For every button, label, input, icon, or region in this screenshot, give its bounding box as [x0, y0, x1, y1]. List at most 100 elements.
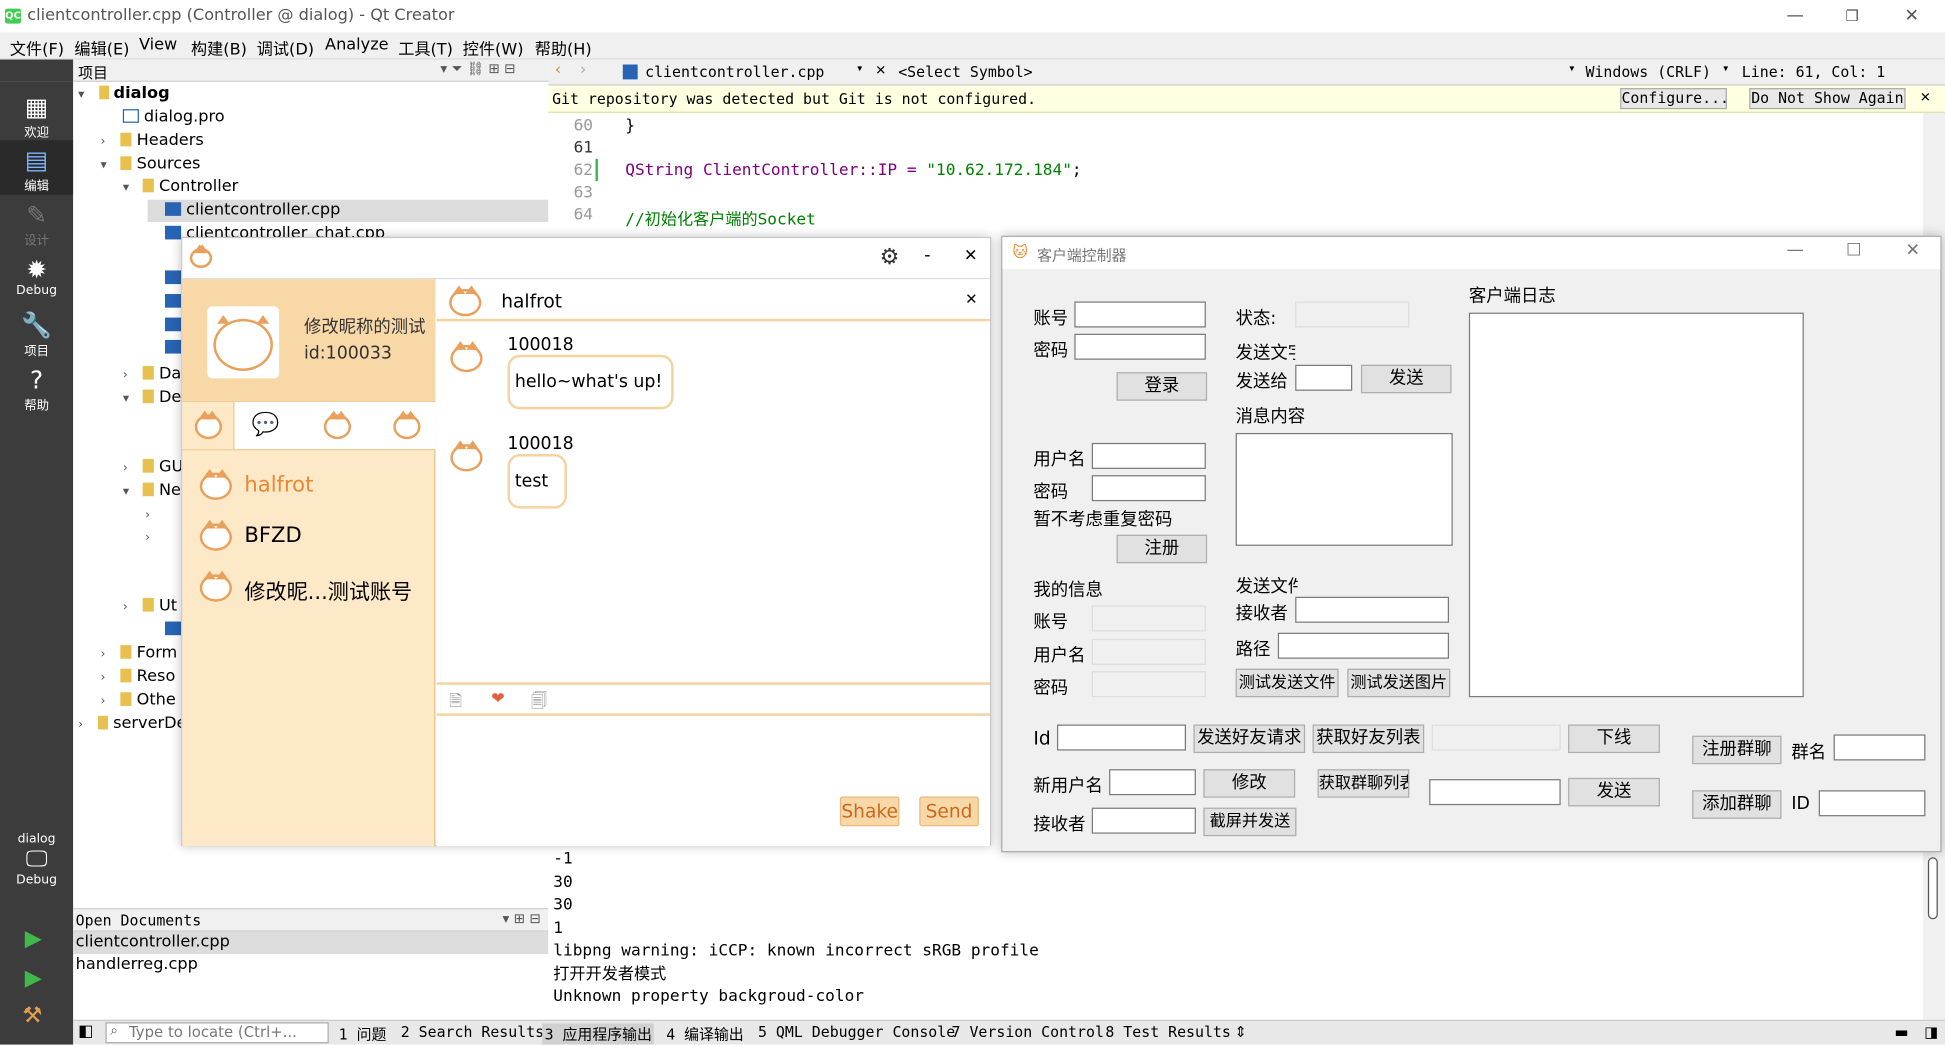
- gear-icon[interactable]: ⚙: [880, 244, 900, 270]
- menu-tools[interactable]: 工具(T): [398, 36, 453, 60]
- contact-item[interactable]: BFZD: [197, 516, 433, 561]
- tab-issues[interactable]: 1 问题: [339, 1023, 387, 1044]
- reg-password-input[interactable]: [1091, 475, 1206, 502]
- tab-test-results[interactable]: 8 Test Results: [1105, 1023, 1230, 1040]
- tree-item-headers[interactable]: › Headers: [100, 130, 203, 152]
- contact-item[interactable]: 修改昵...测试账号: [197, 567, 433, 612]
- close-icon[interactable]: ✕: [1920, 88, 1930, 107]
- menu-help[interactable]: 帮助(H): [535, 36, 592, 60]
- tab-add-friend[interactable]: [393, 410, 421, 443]
- new-username-input[interactable]: [1109, 769, 1196, 796]
- kit-selector[interactable]: dialog 🖵 Debug: [0, 832, 73, 887]
- menu-view[interactable]: View: [139, 36, 177, 55]
- mode-projects[interactable]: 🔧 项目: [0, 305, 73, 360]
- mode-help[interactable]: ? 帮助: [0, 360, 73, 415]
- tree-item-ut[interactable]: › Ut: [123, 595, 177, 617]
- tree-item-other[interactable]: › Othe: [100, 690, 175, 712]
- send-text-button[interactable]: 发送: [1360, 364, 1452, 394]
- forward-icon[interactable]: ›: [578, 61, 588, 80]
- tree-item-dialog[interactable]: ▾ dialog: [78, 83, 170, 105]
- run-icon[interactable]: ▶: [25, 925, 42, 951]
- close-chat-icon[interactable]: ✕: [965, 290, 977, 307]
- emoji-icon[interactable]: ❤: [491, 690, 505, 709]
- message-content-input[interactable]: [1235, 432, 1453, 546]
- maximize-icon[interactable]: ☐: [1846, 241, 1862, 261]
- chevron-down-icon[interactable]: ▾: [856, 62, 863, 76]
- tree-item-da[interactable]: › Da: [123, 363, 181, 385]
- close-file-icon[interactable]: ✕: [876, 61, 886, 80]
- pane-split-icons[interactable]: ▾ ⊞ ⊟: [503, 911, 541, 927]
- back-icon[interactable]: ‹: [553, 61, 563, 80]
- tree-item-forms[interactable]: › Form: [100, 643, 177, 665]
- dont-show-again-button[interactable]: Do Not Show Again: [1749, 88, 1906, 110]
- scrollbar-thumb[interactable]: [1927, 857, 1938, 920]
- menu-file[interactable]: 文件(F): [10, 36, 64, 60]
- configure-button[interactable]: Configure...: [1620, 88, 1729, 110]
- offline-button[interactable]: 下线: [1568, 724, 1660, 754]
- add-group-button[interactable]: 添加群聊: [1692, 790, 1782, 819]
- friend-list-button[interactable]: 获取好友列表: [1312, 724, 1425, 754]
- mode-welcome[interactable]: ▦ 欢迎: [0, 87, 73, 142]
- open-doc-item[interactable]: clientcontroller.cpp: [73, 931, 549, 955]
- close-icon[interactable]: ✕: [1906, 241, 1921, 261]
- tab-contacts[interactable]: [182, 401, 235, 450]
- group-name-input[interactable]: [1833, 734, 1926, 761]
- menu-widgets[interactable]: 控件(W): [463, 36, 524, 60]
- cursor-position[interactable]: Line: 61, Col: 1: [1742, 63, 1885, 80]
- friend-request-button[interactable]: 发送好友请求: [1193, 724, 1306, 754]
- tab-version-control[interactable]: 7 Version Control: [952, 1023, 1104, 1040]
- minimize-icon[interactable]: -: [924, 246, 930, 266]
- locator-input[interactable]: Type to locate (Ctrl+...: [105, 1022, 329, 1044]
- close-icon[interactable]: ✕: [1898, 4, 1925, 29]
- minimize-icon[interactable]: —: [1782, 4, 1809, 29]
- tree-item-resources[interactable]: › Reso: [100, 666, 175, 688]
- contact-item[interactable]: halfrot: [197, 465, 433, 510]
- tree-item-sources[interactable]: ▾ Sources: [100, 154, 200, 176]
- file-selector[interactable]: clientcontroller.cpp: [645, 63, 824, 80]
- menu-build[interactable]: 构建(B): [191, 36, 247, 60]
- pane-toolbar-icons[interactable]: ▾ ⏷ ⛓ ⊞ ⊟: [440, 61, 515, 78]
- tab-chat[interactable]: 💬: [252, 412, 280, 438]
- send-to-input[interactable]: [1295, 364, 1353, 391]
- tab-search-results[interactable]: 2 Search Results: [401, 1023, 544, 1040]
- send-button[interactable]: Send: [919, 796, 979, 827]
- debug-run-icon[interactable]: ▶: [25, 965, 42, 991]
- client-log-area[interactable]: [1468, 312, 1804, 698]
- tree-item-controller[interactable]: ▾ Controller: [123, 176, 238, 198]
- message-bubble[interactable]: hello~what's up!: [507, 354, 674, 410]
- open-doc-item[interactable]: handlerreg.cpp: [73, 954, 548, 976]
- tab-qml-console[interactable]: 5 QML Debugger Console: [758, 1023, 955, 1040]
- tree-item-pro[interactable]: dialog.pro: [122, 107, 225, 129]
- tree-item-de[interactable]: ▾ De: [123, 387, 182, 409]
- screenshot-icon[interactable]: 🗐: [531, 690, 547, 717]
- file-path-input[interactable]: [1277, 632, 1450, 659]
- tab-app-output[interactable]: 3 应用程序输出: [542, 1023, 655, 1045]
- screenshot-send-button[interactable]: 截屏并发送: [1203, 807, 1297, 837]
- group-id-input[interactable]: [1818, 790, 1926, 817]
- profile-card[interactable]: 修改昵称的测试 id:100033: [182, 279, 436, 401]
- close-icon[interactable]: ✕: [964, 247, 978, 266]
- file-icon[interactable]: 🗎: [449, 690, 462, 717]
- tab-compile-output[interactable]: 4 编译输出: [666, 1023, 743, 1044]
- menu-edit[interactable]: 编辑(E): [74, 36, 129, 60]
- mode-design[interactable]: ✎ 设计: [0, 195, 73, 250]
- password-input[interactable]: [1074, 333, 1206, 360]
- test-send-image-button[interactable]: 测试发送图片: [1347, 668, 1451, 698]
- shake-button[interactable]: Shake: [839, 796, 900, 827]
- login-button[interactable]: 登录: [1116, 372, 1208, 401]
- minimize-icon[interactable]: —: [1786, 241, 1803, 261]
- message-bubble[interactable]: test: [507, 454, 567, 509]
- tree-item-server[interactable]: › serverDe: [78, 713, 186, 735]
- group-message-input[interactable]: [1429, 779, 1561, 806]
- menu-analyze[interactable]: Analyze: [325, 36, 389, 55]
- restore-icon[interactable]: ❐: [1839, 4, 1866, 29]
- reg-username-input[interactable]: [1091, 442, 1206, 469]
- sidebar-toggle-icon[interactable]: ◧: [78, 1022, 93, 1041]
- send-group-button[interactable]: 发送: [1568, 777, 1660, 807]
- sidebar-right-icon[interactable]: ◨: [1924, 1023, 1938, 1040]
- tree-item-clientcontroller[interactable]: clientcontroller.cpp: [147, 199, 549, 223]
- chat-input[interactable]: [436, 717, 990, 847]
- build-hammer-icon[interactable]: ⚒: [22, 1002, 42, 1028]
- id-input[interactable]: [1056, 724, 1187, 751]
- symbol-selector[interactable]: <Select Symbol>: [898, 63, 1032, 80]
